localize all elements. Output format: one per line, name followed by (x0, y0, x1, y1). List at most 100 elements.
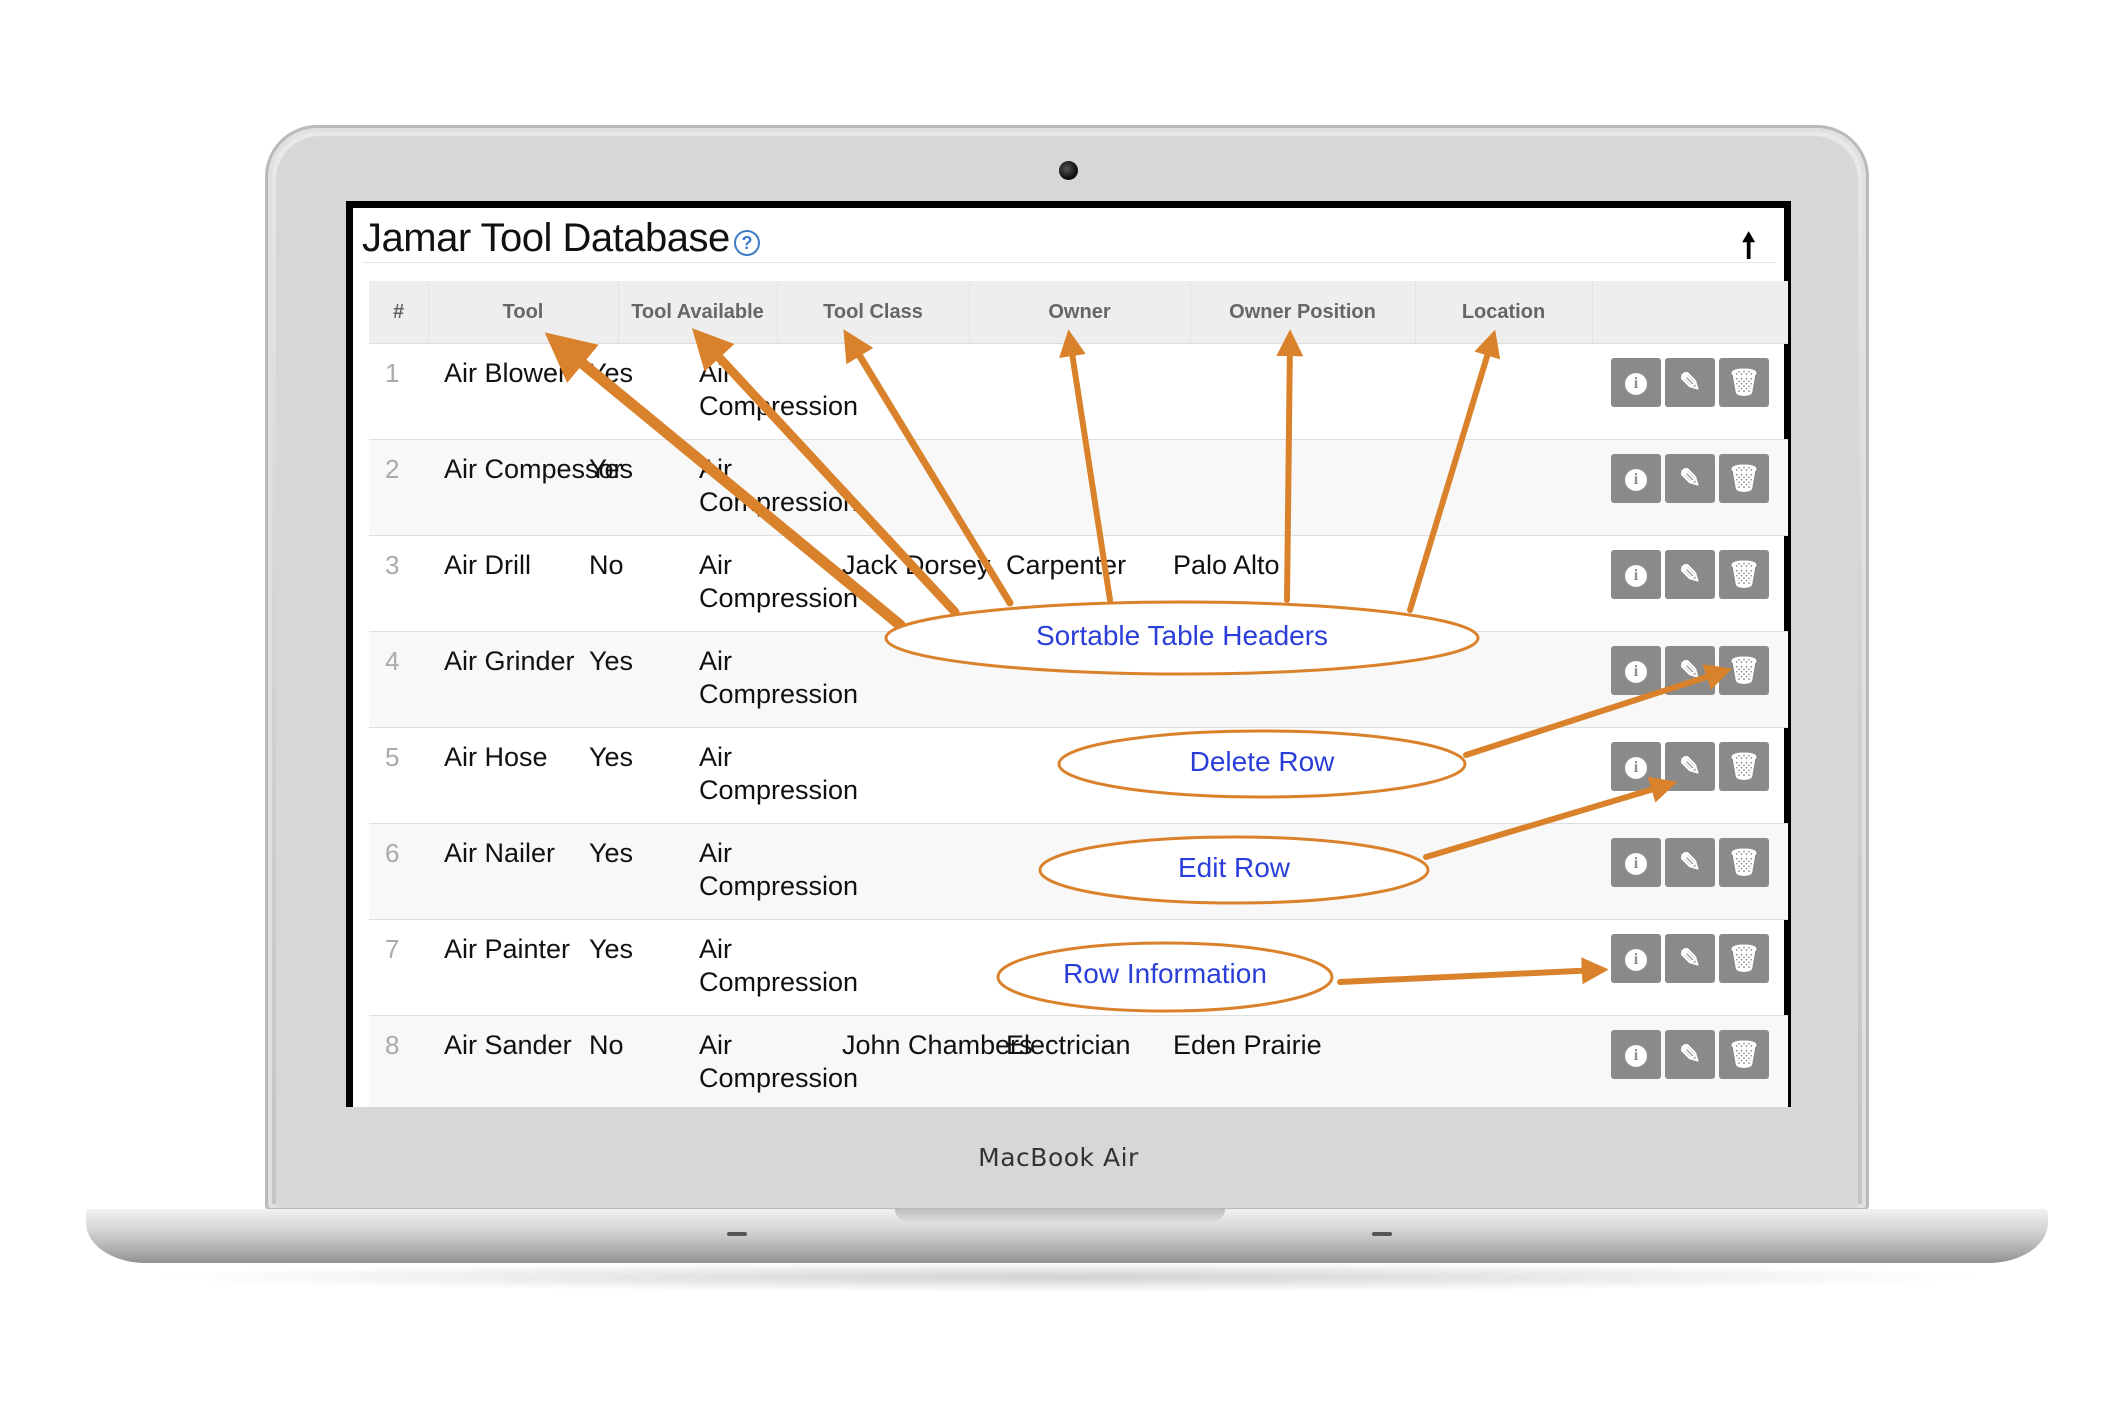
cell-row-number: 1 (385, 358, 400, 388)
cell-tool-class: Air Compression (699, 646, 859, 709)
callout-text-edit-row: Edit Row (1177, 852, 1291, 883)
callout-text-row-information: Row Information (1063, 958, 1267, 989)
trash-icon: 🗑 (1727, 847, 1761, 877)
column-header-location[interactable]: Location (1415, 281, 1593, 343)
divider (362, 262, 1775, 263)
delete-button[interactable]: 🗑 (1719, 742, 1769, 791)
info-button[interactable]: i (1611, 1030, 1661, 1079)
pencil-icon: ✎ (1679, 463, 1701, 493)
cell-tool-available: No (589, 550, 624, 580)
cell-owner: John Chambers (842, 1030, 1033, 1060)
cell-location: Palo Alto (1173, 550, 1280, 580)
cell-owner-position: Electrician (1006, 1030, 1131, 1060)
table-row[interactable]: 8 Air Sander No Air Compression John Chamber… (369, 1016, 1788, 1107)
laptop-shadow (140, 1262, 2000, 1292)
info-button[interactable]: i (1611, 358, 1661, 407)
laptop-foot (727, 1232, 747, 1236)
cell-tool-available: Yes (589, 646, 634, 676)
trash-icon: 🗑 (1727, 655, 1761, 685)
cell-tool-available: Yes (589, 838, 634, 868)
delete-button[interactable]: 🗑 (1719, 934, 1769, 983)
page-title: Jamar Tool Database? (362, 216, 760, 261)
column-header-owner[interactable]: Owner (969, 281, 1191, 343)
delete-button[interactable]: 🗑 (1719, 358, 1769, 407)
callout-text-sortable-headers: Sortable Table Headers (1035, 620, 1329, 651)
info-button[interactable]: i (1611, 742, 1661, 791)
edit-button[interactable]: ✎ (1665, 934, 1715, 983)
info-button[interactable]: i (1611, 454, 1661, 503)
delete-button[interactable]: 🗑 (1719, 550, 1769, 599)
edit-button[interactable]: ✎ (1665, 454, 1715, 503)
page-title-text: Jamar Tool Database (362, 216, 730, 260)
delete-button[interactable]: 🗑 (1719, 646, 1769, 695)
cell-tool-available: Yes (589, 742, 634, 772)
edit-button[interactable]: ✎ (1665, 838, 1715, 887)
trash-icon: 🗑 (1727, 367, 1761, 397)
cell-row-number: 2 (385, 454, 400, 484)
cell-tool-available: No (589, 1030, 624, 1060)
info-icon: i (1625, 565, 1647, 587)
column-header-tool[interactable]: Tool (428, 281, 619, 343)
cell-tool-name: Air Drill (444, 550, 531, 580)
info-button[interactable]: i (1611, 550, 1661, 599)
info-icon: i (1625, 1045, 1647, 1067)
cell-row-number: 4 (385, 646, 400, 676)
cell-row-number: 7 (385, 934, 400, 964)
cell-tool-available: Yes (589, 358, 634, 388)
brand-label: MacBook Air (978, 1143, 1139, 1172)
pencil-icon: ✎ (1679, 751, 1701, 781)
cell-row-number: 6 (385, 838, 400, 868)
table-row[interactable]: 2 Air Compessor Yes Air Compression i ✎ 🗑 (369, 440, 1788, 536)
cell-tool-class: Air Compression (699, 454, 859, 517)
edit-button[interactable]: ✎ (1665, 742, 1715, 791)
cell-tool-name: Air Blower (444, 358, 568, 388)
delete-button[interactable]: 🗑 (1719, 1030, 1769, 1079)
info-icon: i (1625, 661, 1647, 683)
trash-icon: 🗑 (1727, 559, 1761, 589)
column-header-num[interactable]: # (369, 281, 429, 343)
laptop-foot (1372, 1232, 1392, 1236)
pencil-icon: ✎ (1679, 367, 1701, 397)
cell-tool-name: Air Hose (444, 742, 548, 772)
pencil-icon: ✎ (1679, 943, 1701, 973)
cell-row-number: 3 (385, 550, 400, 580)
help-icon[interactable]: ? (733, 230, 760, 256)
arrow-up-icon[interactable]: 🠕 (1741, 222, 1756, 279)
delete-button[interactable]: 🗑 (1719, 454, 1769, 503)
trash-icon: 🗑 (1727, 943, 1761, 973)
cell-row-number: 8 (385, 1030, 400, 1060)
delete-button[interactable]: 🗑 (1719, 838, 1769, 887)
edit-button[interactable]: ✎ (1665, 1030, 1715, 1079)
cell-tool-class: Air Compression (699, 838, 859, 901)
column-header-tool-class[interactable]: Tool Class (777, 281, 970, 343)
cell-location: Eden Prairie (1173, 1030, 1322, 1060)
edit-button[interactable]: ✎ (1665, 646, 1715, 695)
cell-tool-available: Yes (589, 934, 634, 964)
cell-tool-class: Air Compression (699, 1030, 859, 1093)
cell-tool-name: Air Painter (444, 934, 571, 964)
edit-button[interactable]: ✎ (1665, 358, 1715, 407)
pencil-icon: ✎ (1679, 655, 1701, 685)
column-header-actions (1592, 281, 1788, 343)
cell-tool-name: Air Sander (444, 1030, 572, 1060)
table-body: 1 Air Blower Yes Air Compression i ✎ 🗑 2 Air Com… (369, 344, 1788, 1107)
trash-icon: 🗑 (1727, 1039, 1761, 1069)
info-button[interactable]: i (1611, 838, 1661, 887)
info-icon: i (1625, 469, 1647, 491)
cell-tool-class: Air Compression (699, 934, 859, 997)
edit-button[interactable]: ✎ (1665, 550, 1715, 599)
column-header-tool-available[interactable]: Tool Available (618, 281, 778, 343)
table-row[interactable]: 3 Air Drill No Air Compression Jack Dorsey Ca… (369, 536, 1788, 632)
pencil-icon: ✎ (1679, 559, 1701, 589)
cell-tool-name: Air Nailer (444, 838, 556, 868)
table-header: # Tool Tool Available Tool Class Owner Owner … (369, 281, 1788, 344)
info-icon: i (1625, 373, 1647, 395)
info-icon: i (1625, 949, 1647, 971)
cell-tool-available: Yes (589, 454, 634, 484)
table-row[interactable]: 1 Air Blower Yes Air Compression i ✎ 🗑 (369, 344, 1788, 440)
info-icon: i (1625, 853, 1647, 875)
info-button[interactable]: i (1611, 934, 1661, 983)
cell-row-number: 5 (385, 742, 400, 772)
column-header-owner-position[interactable]: Owner Position (1190, 281, 1416, 343)
info-button[interactable]: i (1611, 646, 1661, 695)
